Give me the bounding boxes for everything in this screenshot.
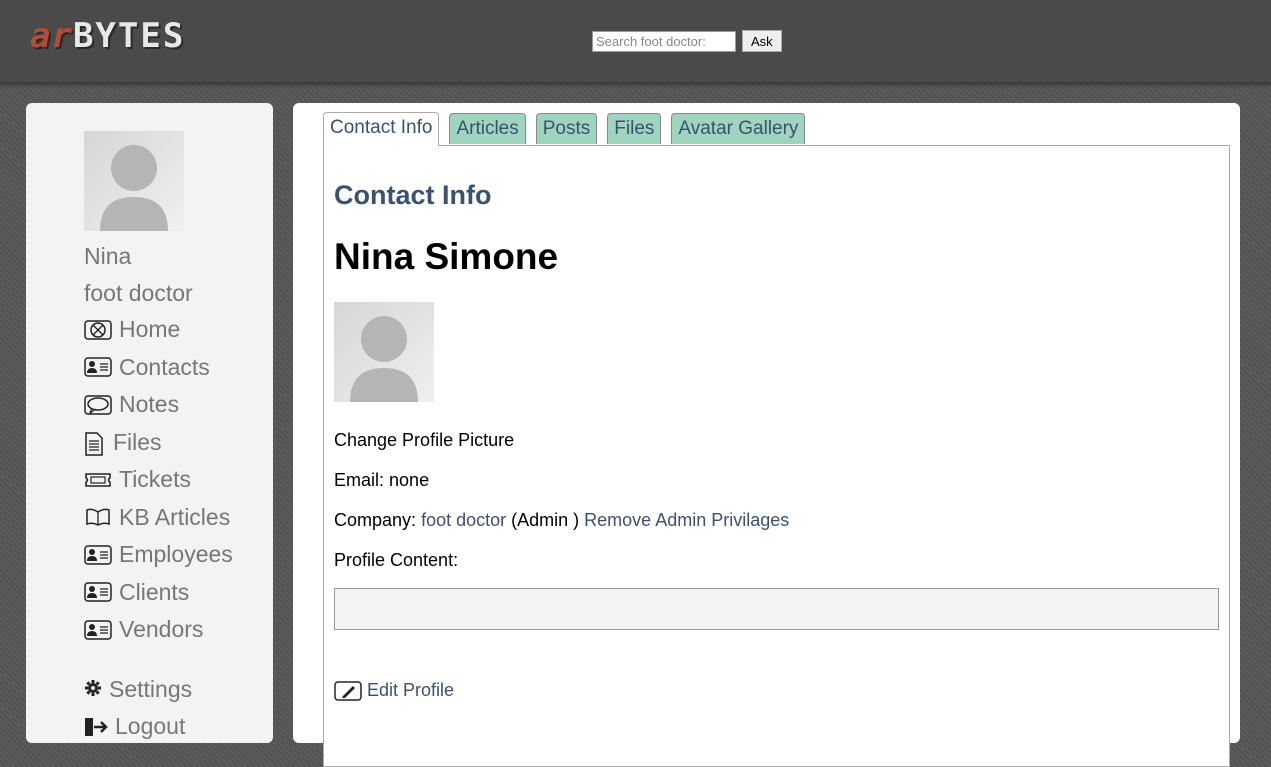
logout-icon [84, 717, 108, 737]
sidebar-item-home[interactable]: Home [84, 311, 233, 349]
home-icon [84, 320, 112, 340]
sidebar-nav: Home Contacts Notes Files Tickets KB Art… [84, 311, 233, 746]
sidebar-item-label: Contacts [119, 353, 210, 380]
sidebar-item-label: KB Articles [119, 503, 231, 530]
sidebar-item-label: Files [113, 428, 162, 455]
sidebar-item-employees[interactable]: Employees [84, 536, 233, 574]
sidebar-item-label: Clients [119, 578, 190, 605]
sidebar: Nina foot doctor Home Contacts Notes Fil… [26, 103, 273, 743]
contact-card-icon [84, 357, 112, 377]
company-row: Company: foot doctor (Admin ) Remove Adm… [334, 510, 789, 531]
edit-profile-label: Edit Profile [367, 680, 455, 700]
company-link[interactable]: foot doctor [421, 510, 506, 530]
sidebar-item-label: Vendors [119, 616, 204, 643]
sidebar-item-label: Tickets [119, 466, 191, 493]
gear-icon [84, 679, 102, 699]
sidebar-item-logout[interactable]: Logout [84, 708, 233, 746]
tab-avatar-gallery[interactable]: Avatar Gallery [671, 113, 806, 144]
tab-posts[interactable]: Posts [535, 113, 598, 144]
pencil-icon [334, 680, 362, 701]
tab-bar: Contact Info Articles Posts Files Avatar… [323, 112, 815, 146]
logo-part-bytes: BYTES [72, 16, 186, 56]
contact-full-name: Nina Simone [334, 236, 559, 277]
tab-files[interactable]: Files [607, 113, 662, 144]
sidebar-item-vendors[interactable]: Vendors [84, 611, 233, 649]
top-bar: arBYTES Ask [0, 0, 1271, 83]
sidebar-item-clients[interactable]: Clients [84, 574, 233, 612]
tab-articles[interactable]: Articles [449, 113, 526, 144]
edit-profile-link[interactable]: Edit Profile [334, 680, 454, 701]
change-profile-picture-link[interactable]: Change Profile Picture [334, 430, 514, 451]
user-avatar[interactable] [84, 131, 184, 231]
tab-contact-info[interactable]: Contact Info [323, 112, 440, 146]
email-row: Email: none [334, 470, 429, 491]
sidebar-user-name: Nina [84, 243, 132, 269]
profile-content-label: Profile Content: [334, 550, 459, 570]
book-icon [84, 507, 112, 527]
ask-button[interactable]: Ask [742, 30, 782, 52]
sidebar-item-label: Home [119, 316, 181, 343]
contact-card-icon [84, 620, 112, 640]
sidebar-item-tickets[interactable]: Tickets [84, 461, 233, 499]
profile-content-box [334, 588, 1219, 630]
company-label: Company: [334, 510, 417, 530]
sidebar-item-label: Settings [109, 675, 193, 702]
role-text: (Admin ) [511, 510, 580, 530]
ticket-icon [84, 470, 112, 490]
logo-part-ar: ar [30, 16, 73, 56]
logo[interactable]: arBYTES [30, 18, 185, 54]
sidebar-item-notes[interactable]: Notes [84, 386, 233, 424]
sidebar-item-files[interactable]: Files [84, 424, 233, 462]
speech-bubble-icon [84, 395, 112, 415]
sidebar-item-label: Notes [119, 391, 180, 418]
search-input[interactable] [592, 30, 736, 52]
sidebar-item-label: Employees [119, 541, 233, 568]
sidebar-company: foot doctor [84, 280, 193, 306]
contact-card-icon [84, 545, 112, 565]
contact-card-icon [84, 582, 112, 602]
profile-avatar [334, 302, 434, 402]
main-content: Contact Info Articles Posts Files Avatar… [293, 103, 1240, 767]
sidebar-item-kb-articles[interactable]: KB Articles [84, 499, 233, 537]
sidebar-item-label: Logout [115, 713, 186, 740]
panel-heading: Contact Info [334, 180, 492, 210]
sidebar-item-settings[interactable]: Settings [84, 671, 233, 709]
email-value: none [389, 470, 430, 490]
sidebar-item-contacts[interactable]: Contacts [84, 349, 233, 387]
search-bar: Ask [592, 30, 782, 52]
email-label: Email: [334, 470, 385, 490]
contact-info-panel: Contact Info Nina Simone Change Profile … [323, 145, 1230, 767]
document-icon [84, 432, 106, 456]
remove-admin-link[interactable]: Remove Admin Privilages [584, 510, 789, 530]
